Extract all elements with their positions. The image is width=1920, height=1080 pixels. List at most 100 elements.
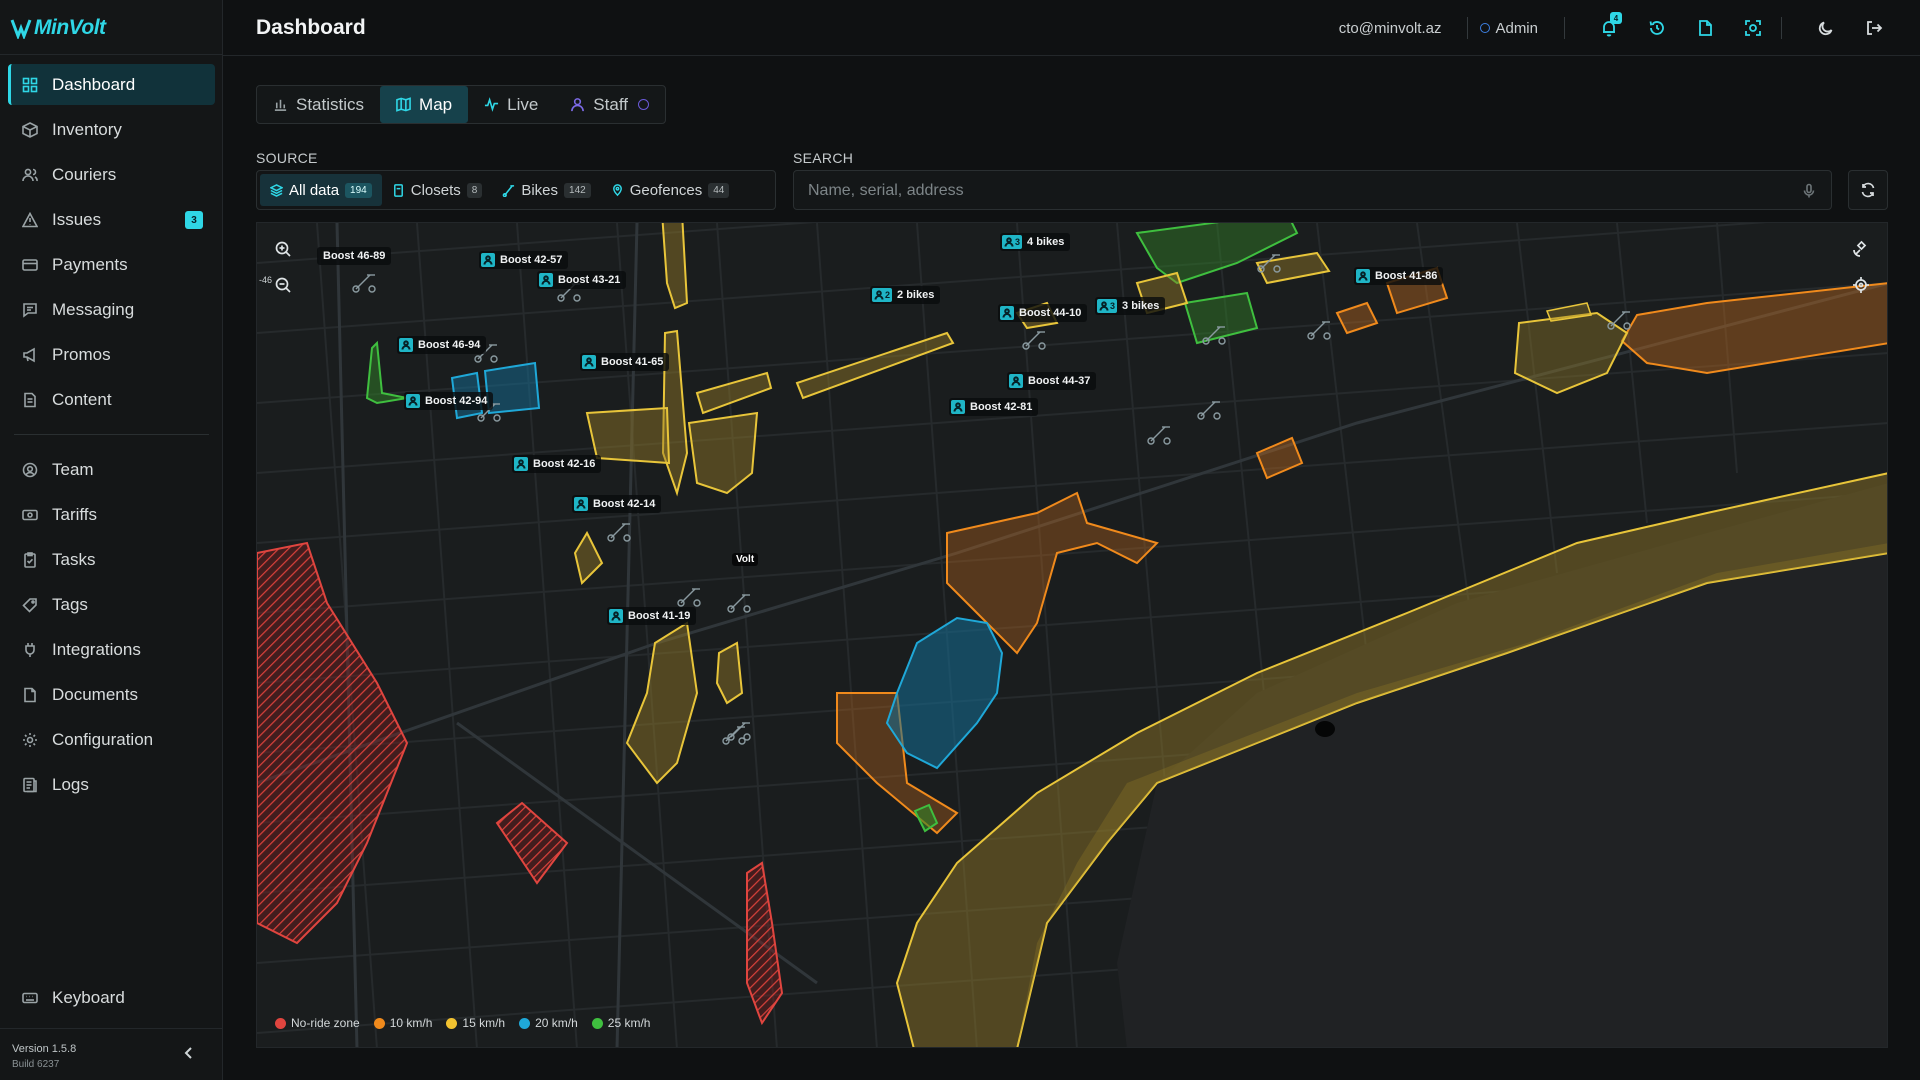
sidebar-item-keyboard[interactable]: Keyboard <box>8 977 215 1022</box>
history-icon <box>1649 21 1664 35</box>
scooter-icon[interactable] <box>607 520 633 542</box>
microphone-icon <box>1803 183 1815 198</box>
source-bikes[interactable]: Bikes 142 <box>492 174 600 206</box>
map-view[interactable]: Boost 46-89 Boost 42-57 Boost 43-21 Boost 4… <box>256 222 1888 1048</box>
volt-tag[interactable]: Volt <box>732 553 759 566</box>
sidebar-item-team[interactable]: Team <box>8 449 215 490</box>
tab-live[interactable]: Live <box>468 86 554 123</box>
bike-marker[interactable]: Boost 46-94 <box>397 336 487 354</box>
bike-marker[interactable]: Boost 44-10 <box>998 304 1088 322</box>
map-canvas[interactable] <box>257 223 1888 1048</box>
tab-label: Staff <box>593 94 628 114</box>
scooter-icon[interactable] <box>1257 251 1283 273</box>
zoom-out-button[interactable] <box>271 273 295 297</box>
sidebar-item-messaging[interactable]: Messaging <box>8 289 215 330</box>
sidebar-item-dashboard[interactable]: Dashboard <box>8 64 215 105</box>
voice-search-button[interactable] <box>1801 183 1817 199</box>
files-button[interactable] <box>1689 12 1721 44</box>
tab-label: Map <box>419 94 453 114</box>
tab-staff[interactable]: Staff <box>554 86 665 123</box>
scooter-icon[interactable] <box>727 591 753 613</box>
bike-marker[interactable]: Boost 41-19 <box>607 607 697 625</box>
sidebar-item-documents[interactable]: Documents <box>8 674 215 715</box>
scooter-icon[interactable] <box>677 585 703 607</box>
sidebar-item-content[interactable]: Content <box>8 379 215 420</box>
bike-marker[interactable]: Boost 41-86 <box>1354 267 1444 285</box>
person-pin-icon <box>399 338 413 352</box>
bike-marker[interactable]: Boost 44-37 <box>1007 372 1097 390</box>
bike-cluster-marker[interactable]: 2 2 bikes <box>870 286 941 304</box>
bike-marker[interactable]: Boost 42-94 <box>404 392 494 410</box>
zoom-in-button[interactable] <box>271 237 295 261</box>
bike-cluster-marker[interactable]: 3 3 bikes <box>1095 297 1166 315</box>
source-all-data[interactable]: All data 194 <box>260 174 382 206</box>
person-pin-icon <box>406 394 420 408</box>
cluster-count: 3 <box>1110 301 1116 311</box>
sidebar-item-inventory[interactable]: Inventory <box>8 109 215 150</box>
scooter-icon[interactable] <box>727 719 753 741</box>
bike-marker[interactable]: Boost 42-81 <box>949 398 1039 416</box>
refresh-button[interactable] <box>1848 170 1888 210</box>
sidebar-item-label: Tariffs <box>52 504 98 524</box>
scooter-icon[interactable] <box>1202 323 1228 345</box>
notifications-button[interactable]: 4 <box>1593 12 1625 44</box>
bike-marker[interactable]: Boost 42-57 <box>479 251 569 269</box>
locate-button[interactable] <box>1849 273 1873 297</box>
sidebar-item-tasks[interactable]: Tasks <box>8 539 215 580</box>
logs-icon <box>23 777 37 792</box>
collapse-sidebar-button[interactable] <box>181 1045 197 1061</box>
sidebar-item-payments[interactable]: Payments <box>8 244 215 285</box>
version-text: Version 1.5.8 <box>12 1043 77 1055</box>
scooter-icon[interactable] <box>1197 398 1223 420</box>
role-indicator[interactable]: Admin <box>1480 20 1538 37</box>
app-logo[interactable]: MinVolt <box>10 14 106 42</box>
layers-toggle-button[interactable] <box>1849 237 1873 261</box>
person-pin-icon <box>609 609 623 623</box>
sidebar-item-tariffs[interactable]: Tariffs <box>8 494 215 535</box>
logout-button[interactable] <box>1858 12 1890 44</box>
source-option-label: Bikes <box>521 181 559 199</box>
user-email[interactable]: cto@minvolt.az <box>1339 20 1442 37</box>
sidebar-item-configuration[interactable]: Configuration <box>8 719 215 760</box>
bike-marker[interactable]: Boost 42-14 <box>572 495 662 513</box>
source-geofences[interactable]: Geofences 44 <box>601 174 740 206</box>
activity-icon <box>485 97 499 112</box>
tab-statistics[interactable]: Statistics <box>257 86 380 123</box>
marker-label: Boost 44-37 <box>1028 375 1091 387</box>
sidebar-item-label: Dashboard <box>52 74 136 94</box>
bike-marker[interactable]: Boost 41-65 <box>580 353 670 371</box>
loading-spinner-icon <box>637 99 649 110</box>
theme-toggle-button[interactable] <box>1810 12 1842 44</box>
person-pin-icon <box>574 497 588 511</box>
bike-cluster-marker[interactable]: 3 4 bikes <box>1000 233 1071 251</box>
tab-map[interactable]: Map <box>380 86 469 123</box>
source-label: SOURCE <box>256 150 318 166</box>
sidebar-item-label: Documents <box>52 684 138 704</box>
sidebar-item-label: Inventory <box>52 119 122 139</box>
sidebar-item-tags[interactable]: Tags <box>8 584 215 625</box>
history-button[interactable] <box>1641 12 1673 44</box>
scooter-icon[interactable] <box>1147 423 1173 445</box>
zoom-in-icon <box>275 241 291 257</box>
sidebar-item-couriers[interactable]: Couriers <box>8 154 215 195</box>
source-closets[interactable]: Closets 8 <box>382 174 493 206</box>
search-label: SEARCH <box>793 150 854 166</box>
sidebar-item-promos[interactable]: Promos <box>8 334 215 375</box>
sidebar-item-label: Configuration <box>52 729 154 749</box>
bike-marker[interactable]: Boost 43-21 <box>537 271 627 289</box>
bike-marker[interactable]: Boost 46-89 <box>317 247 392 265</box>
build-text: Build 6237 <box>12 1059 60 1070</box>
scooter-icon[interactable] <box>352 271 378 293</box>
role-label: Admin <box>1495 19 1538 37</box>
person-pin-icon: 2 <box>872 288 893 302</box>
sidebar-item-integrations[interactable]: Integrations <box>8 629 215 670</box>
scooter-icon[interactable] <box>1307 318 1333 340</box>
tasks-icon <box>24 551 36 568</box>
scooter-icon[interactable] <box>1022 328 1048 350</box>
scooter-icon[interactable] <box>1607 308 1633 330</box>
sidebar-item-logs[interactable]: Logs <box>8 764 215 805</box>
search-input[interactable] <box>808 179 1768 203</box>
bike-marker[interactable]: Boost 42-16 <box>512 455 602 473</box>
scan-button[interactable] <box>1737 12 1769 44</box>
sidebar-item-issues[interactable]: Issues 3 <box>8 199 215 240</box>
